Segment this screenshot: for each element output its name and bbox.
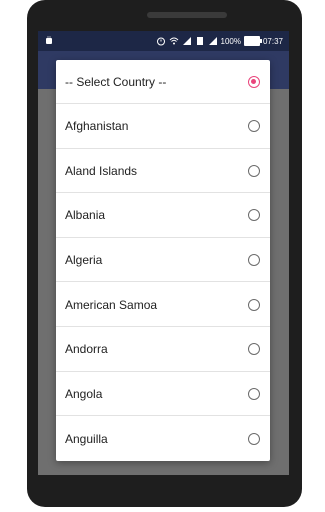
country-option-label: Anguilla [65,431,108,446]
radio-unchecked-icon[interactable] [248,343,260,356]
radio-unchecked-icon[interactable] [248,120,260,133]
country-option-label: -- Select Country -- [65,74,167,89]
country-option[interactable]: Andorra [56,328,270,372]
radio-unchecked-icon[interactable] [248,298,260,311]
country-option[interactable]: Anguilla [56,417,270,461]
radio-unchecked-icon[interactable] [248,164,260,177]
country-option-label: Algeria [65,252,103,267]
battery-icon [243,36,262,46]
country-option-label: Aland Islands [65,163,138,178]
country-option[interactable]: Albania [56,194,270,238]
android-icon [46,36,52,44]
country-option-label: American Samoa [65,297,158,312]
country-option[interactable]: Aland Islands [56,149,270,194]
radio-checked-icon[interactable] [248,75,260,88]
phone-speaker [147,12,227,18]
country-option-label: Andorra [65,342,108,357]
signal-icon [182,37,191,45]
country-option[interactable]: -- Select Country -- [56,60,270,104]
wifi-icon [169,37,178,45]
country-option-label: Afghanistan [65,119,129,134]
signal-icon [208,37,217,45]
country-option[interactable]: Angola [56,372,270,417]
radio-unchecked-icon[interactable] [248,209,260,222]
country-dialog: -- Select Country -- Afghanistan Aland Isl… [56,60,270,461]
country-option[interactable]: Algeria [56,238,270,283]
status-bar: 100% 07:37 [38,31,289,51]
country-option-label: Angola [65,386,103,401]
country-option-label: Albania [65,208,106,223]
status-right-group: 100% 07:37 [156,31,283,51]
radio-unchecked-icon[interactable] [248,432,260,445]
alarm-icon [156,37,165,46]
sim-icon [196,37,203,45]
clock: 07:37 [262,36,283,46]
radio-unchecked-icon[interactable] [248,387,260,400]
country-option[interactable]: Afghanistan [56,105,270,149]
country-option[interactable]: American Samoa [56,283,270,327]
radio-unchecked-icon[interactable] [248,253,260,266]
battery-percent: 100% [220,36,241,46]
